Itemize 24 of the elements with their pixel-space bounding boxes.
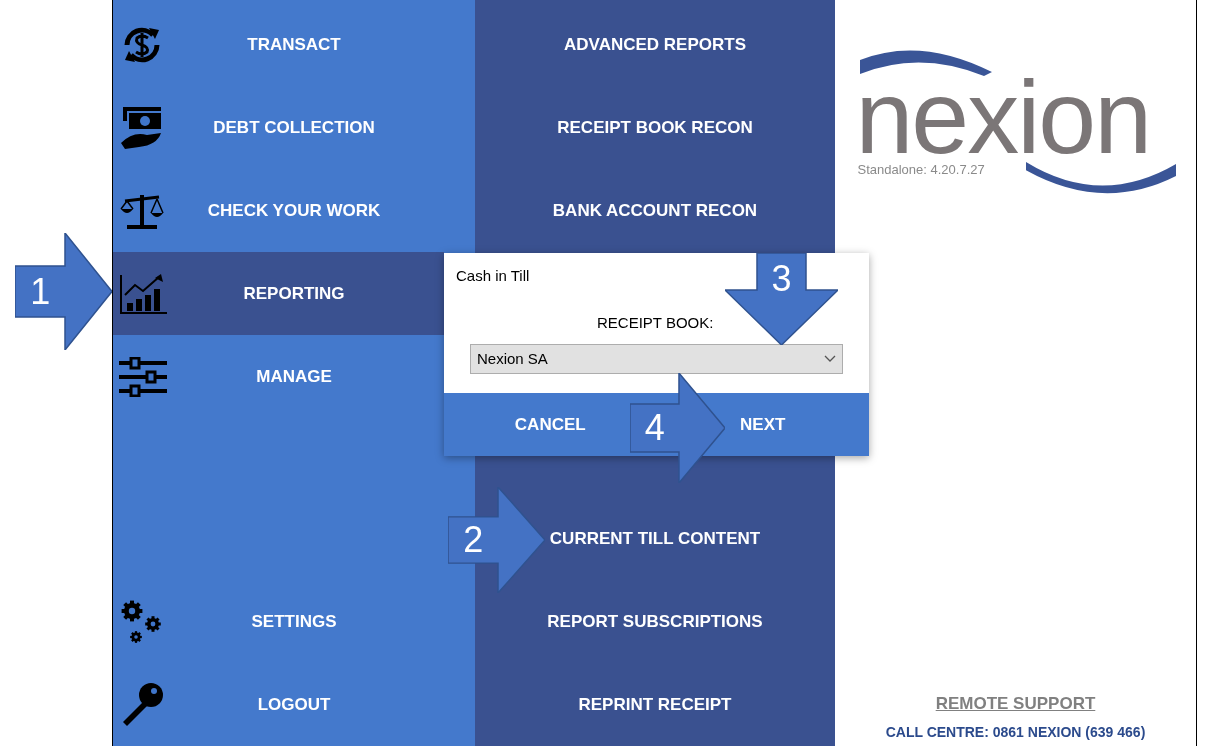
dialog-title: Cash in Till — [456, 266, 530, 286]
callout-number: 1 — [30, 273, 51, 310]
callout-number: 3 — [771, 261, 792, 297]
version-text: Standalone: 4.20.7.27 — [857, 161, 985, 179]
report-menu-item[interactable]: REPORT SUBSCRIPTIONS — [547, 608, 763, 635]
chevron-down-icon — [824, 355, 836, 363]
chart-icon — [119, 272, 167, 315]
sliders-icon — [119, 356, 167, 397]
remote-support-link[interactable]: REMOTE SUPPORT — [935, 690, 1096, 716]
dialog-button[interactable]: NEXT — [740, 411, 786, 438]
call-centre-text: CALL CENTRE: 0861 NEXION (639 466) — [885, 723, 1146, 742]
logo-swoosh-icon — [859, 48, 992, 76]
field-label: RECEIPT BOOK: — [597, 312, 714, 333]
report-menu-item[interactable]: RECEIPT BOOK RECON — [475, 86, 835, 169]
report-menu-item[interactable]: CURRENT TILL CONTENT — [549, 525, 761, 552]
report-menu-item[interactable]: ADVANCED REPORTS — [475, 3, 835, 86]
report-menu-item[interactable]: BANK ACCOUNT RECON — [475, 169, 835, 252]
callout-number: 4 — [644, 410, 665, 446]
report-menu-item[interactable]: REPRINT RECEIPT — [578, 691, 732, 718]
receipt-book-dropdown[interactable]: Nexion SA — [470, 344, 843, 374]
logo-wordmark: nexion — [855, 76, 1150, 158]
menu-item[interactable]: REPORTING — [113, 252, 444, 335]
callout-number: 2 — [463, 522, 484, 558]
dialog-button[interactable]: CANCEL — [514, 411, 586, 438]
